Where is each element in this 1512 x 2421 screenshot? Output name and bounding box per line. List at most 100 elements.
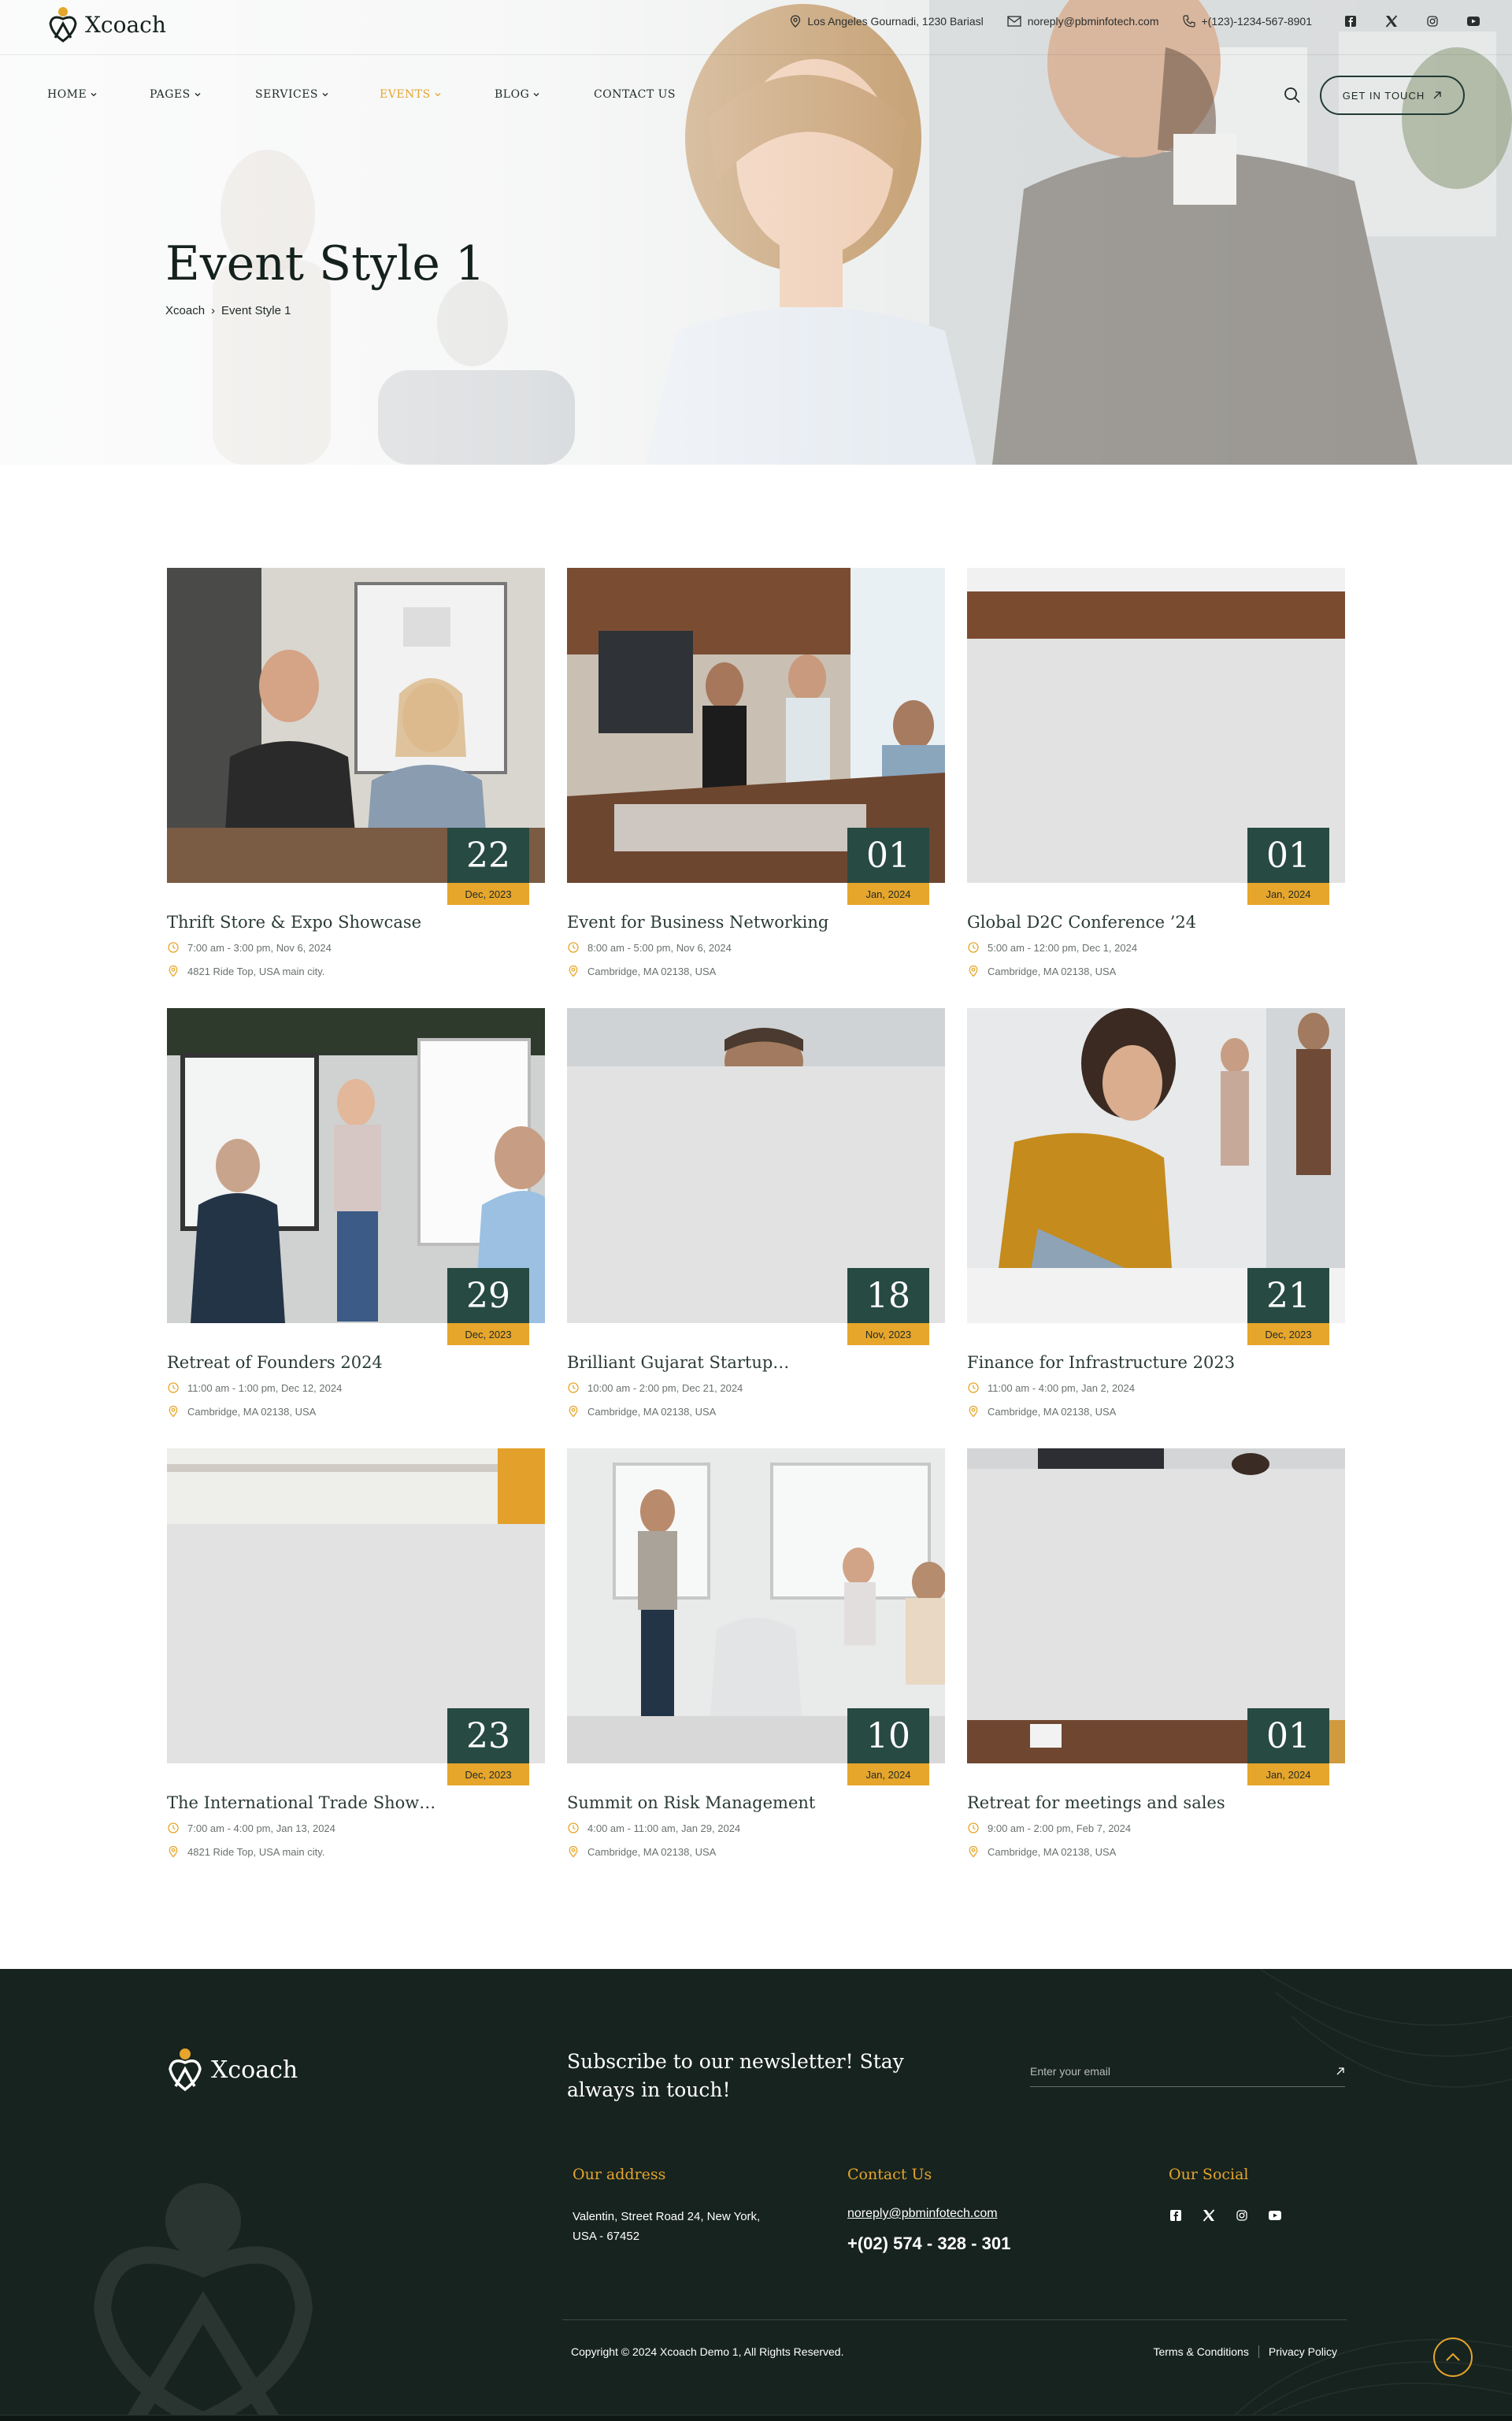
- event-time-text: 4:00 am - 11:00 am, Jan 29, 2024: [587, 1822, 741, 1834]
- nav-label: PAGES: [150, 88, 191, 101]
- event-time: 11:00 am - 4:00 pm, Jan 2, 2024: [967, 1381, 1345, 1394]
- event-time-text: 5:00 am - 12:00 pm, Dec 1, 2024: [988, 941, 1138, 954]
- youtube-icon[interactable]: [1466, 14, 1480, 28]
- mail-icon: [1007, 16, 1021, 27]
- event-image[interactable]: 23: [167, 1448, 545, 1763]
- location-pin-icon: [969, 1405, 978, 1418]
- event-card[interactable]: 18 Nov, 2023 Brilliant Gujarat Startup… …: [567, 1008, 945, 1418]
- event-time-text: 9:00 am - 2:00 pm, Feb 7, 2024: [988, 1822, 1132, 1834]
- event-time-text: 8:00 am - 5:00 pm, Nov 6, 2024: [587, 941, 732, 954]
- event-location-text: Cambridge, MA 02138, USA: [187, 1405, 317, 1418]
- get-in-touch-button[interactable]: GET IN TOUCH: [1320, 76, 1465, 115]
- chevron-down-icon: [91, 93, 97, 97]
- event-location: Cambridge, MA 02138, USA: [167, 1405, 545, 1418]
- nav-item-home[interactable]: HOME: [47, 88, 150, 101]
- event-month: Dec, 2023: [447, 883, 529, 905]
- event-day: 01: [1247, 1708, 1329, 1763]
- nav-item-pages[interactable]: PAGES: [150, 88, 255, 101]
- event-card[interactable]: 01 Jan, 2024 Retreat for meetings and sa…: [967, 1448, 1345, 1858]
- nav-item-services[interactable]: SERVICES: [255, 88, 380, 101]
- event-day: 01: [1247, 828, 1329, 883]
- nav-item-events[interactable]: EVENTS: [380, 88, 495, 101]
- event-image[interactable]: 01: [567, 568, 945, 883]
- event-card[interactable]: 21 Dec, 2023 Finance for Infrastructure …: [967, 1008, 1345, 1418]
- x-icon[interactable]: [1384, 14, 1399, 28]
- event-title[interactable]: Brilliant Gujarat Startup…: [567, 1353, 945, 1372]
- event-title[interactable]: Retreat for meetings and sales: [967, 1793, 1345, 1812]
- site-logo[interactable]: Xcoach: [47, 6, 166, 43]
- clock-icon: [968, 1822, 979, 1833]
- facebook-icon[interactable]: [1343, 14, 1358, 28]
- location-pin-icon: [569, 965, 578, 977]
- event-location-text: Cambridge, MA 02138, USA: [587, 1845, 717, 1858]
- clock-icon: [968, 1382, 979, 1393]
- top-contact-info: Los Angeles Gournadi, 1230 Bariasl norep…: [790, 14, 1480, 28]
- event-title[interactable]: Summit on Risk Management: [567, 1793, 945, 1812]
- footer-phone[interactable]: +(02) 574 - 328 - 301: [847, 2234, 1010, 2254]
- event-location-text: 4821 Ride Top, USA main city.: [187, 1845, 325, 1858]
- nav-label: CONTACT US: [594, 88, 676, 101]
- event-card[interactable]: 22 Dec, 2023 Thrift Store & Expo Showcas…: [167, 568, 545, 977]
- chevron-up-icon: [1446, 2352, 1460, 2361]
- event-time: 10:00 am - 2:00 pm, Dec 21, 2024: [567, 1381, 945, 1394]
- event-title[interactable]: Finance for Infrastructure 2023: [967, 1353, 1345, 1372]
- event-time-text: 7:00 am - 4:00 pm, Jan 13, 2024: [187, 1822, 335, 1834]
- event-image[interactable]: 21: [967, 1008, 1345, 1323]
- event-time: 7:00 am - 4:00 pm, Jan 13, 2024: [167, 1822, 545, 1834]
- clock-icon: [168, 1382, 179, 1393]
- privacy-link[interactable]: Privacy Policy: [1269, 2345, 1337, 2358]
- event-card[interactable]: 01 Jan, 2024 Event for Business Networki…: [567, 568, 945, 977]
- event-location-text: Cambridge, MA 02138, USA: [587, 965, 717, 977]
- event-location: 4821 Ride Top, USA main city.: [167, 1845, 545, 1858]
- event-title[interactable]: Retreat of Founders 2024: [167, 1353, 545, 1372]
- event-image[interactable]: 18: [567, 1008, 945, 1323]
- instagram-icon[interactable]: [1425, 14, 1440, 28]
- top-address: Los Angeles Gournadi, 1230 Bariasl: [790, 15, 984, 28]
- event-location: Cambridge, MA 02138, USA: [967, 965, 1345, 977]
- event-image[interactable]: 29: [167, 1008, 545, 1323]
- event-location-text: 4821 Ride Top, USA main city.: [187, 965, 325, 977]
- youtube-icon[interactable]: [1268, 2208, 1282, 2223]
- event-title[interactable]: Global D2C Conference ’24: [967, 913, 1345, 932]
- location-pin-icon: [969, 965, 978, 977]
- event-month: Nov, 2023: [847, 1323, 929, 1345]
- top-phone[interactable]: +(123)-1234-567-8901: [1182, 15, 1312, 28]
- instagram-icon[interactable]: [1235, 2208, 1249, 2223]
- event-image[interactable]: 10: [567, 1448, 945, 1763]
- breadcrumb-current: Event Style 1: [221, 304, 291, 317]
- nav-label: SERVICES: [255, 88, 319, 101]
- event-title[interactable]: The International Trade Show…: [167, 1793, 545, 1812]
- address-heading: Our address: [573, 2166, 666, 2183]
- event-month: Jan, 2024: [847, 883, 929, 905]
- event-title[interactable]: Thrift Store & Expo Showcase: [167, 913, 545, 932]
- event-time: 9:00 am - 2:00 pm, Feb 7, 2024: [967, 1822, 1345, 1834]
- search-icon[interactable]: [1284, 87, 1301, 108]
- event-image[interactable]: 22: [167, 568, 545, 883]
- event-image[interactable]: 01: [967, 1448, 1345, 1763]
- logo-text: Xcoach: [85, 11, 166, 38]
- event-title[interactable]: Event for Business Networking: [567, 913, 945, 932]
- event-image[interactable]: 01: [967, 568, 1345, 883]
- top-email[interactable]: noreply@pbminfotech.com: [1007, 15, 1159, 28]
- footer-logo[interactable]: Xcoach: [167, 2048, 298, 2092]
- terms-link[interactable]: Terms & Conditions: [1153, 2345, 1248, 2358]
- event-card[interactable]: 29 Dec, 2023 Retreat of Founders 2024 11…: [167, 1008, 545, 1418]
- facebook-icon[interactable]: [1169, 2208, 1183, 2223]
- logo-mark-icon: [169, 2048, 202, 2092]
- nav-item-contact[interactable]: CONTACT US: [594, 88, 676, 101]
- newsletter-email-input[interactable]: Enter your email: [1030, 2056, 1345, 2087]
- event-location-text: Cambridge, MA 02138, USA: [587, 1405, 717, 1418]
- footer-email-link[interactable]: noreply@pbminfotech.com: [847, 2207, 998, 2221]
- event-card[interactable]: 10 Jan, 2024 Summit on Risk Management 4…: [567, 1448, 945, 1858]
- event-location: Cambridge, MA 02138, USA: [567, 965, 945, 977]
- nav-item-blog[interactable]: BLOG: [495, 88, 594, 101]
- breadcrumb-home[interactable]: Xcoach: [165, 304, 205, 317]
- x-icon[interactable]: [1202, 2208, 1216, 2223]
- event-day: 18: [847, 1268, 929, 1323]
- social-heading: Our Social: [1169, 2166, 1249, 2183]
- event-card[interactable]: 23 Dec, 2023 The International Trade Sho…: [167, 1448, 545, 1858]
- event-location: Cambridge, MA 02138, USA: [967, 1405, 1345, 1418]
- event-card[interactable]: 01 Jan, 2024 Global D2C Conference ’24 5…: [967, 568, 1345, 977]
- arrow-up-right-icon[interactable]: [1336, 2067, 1345, 2076]
- scroll-to-top-button[interactable]: [1433, 2338, 1473, 2377]
